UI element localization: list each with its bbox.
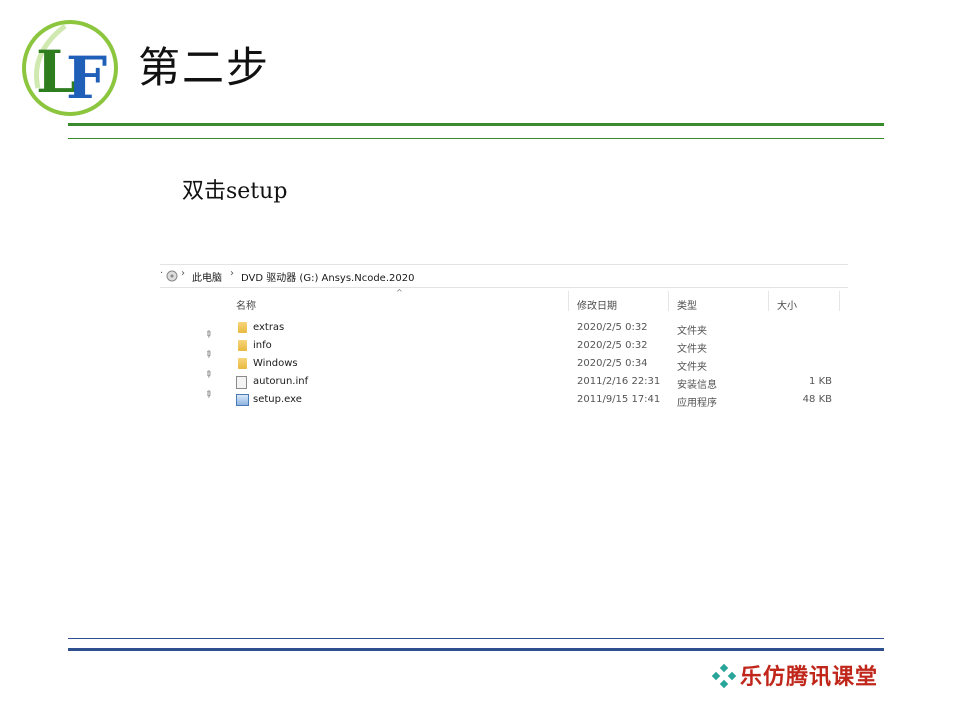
folder-icon <box>238 322 247 333</box>
sort-ascending-icon: ^ <box>396 288 403 297</box>
file-type: 应用程序 <box>677 398 717 409</box>
column-header-size[interactable]: 大小 <box>777 297 797 312</box>
file-date: 2011/9/15 17:41 <box>577 394 661 405</box>
lf-logo: L F <box>22 20 118 116</box>
chevron-right-icon: › <box>181 268 185 279</box>
address-bar[interactable]: · › 此电脑 › DVD 驱动器 (G:) Ansys.Ncode.2020 <box>160 264 848 288</box>
file-row-autorun[interactable]: autorun.inf 2011/2/16 22:31 安装信息 1 KB <box>236 374 836 392</box>
pin-icon[interactable]: ✎ <box>202 369 214 381</box>
svg-text:F: F <box>66 44 107 112</box>
pin-icon[interactable]: ✎ <box>202 349 214 361</box>
file-row-info[interactable]: info 2020/2/5 0:32 文件夹 <box>236 338 836 356</box>
file-name: autorun.inf <box>253 376 309 387</box>
file-explorer-window: · › 此电脑 › DVD 驱动器 (G:) Ansys.Ncode.2020 … <box>160 264 850 424</box>
file-date: 2011/2/16 22:31 <box>577 376 661 387</box>
file-type: 安装信息 <box>677 380 717 391</box>
header-divider-thin <box>68 138 884 139</box>
drive-icon <box>166 270 178 282</box>
column-separator[interactable] <box>668 291 669 311</box>
column-header-type[interactable]: 类型 <box>677 297 697 312</box>
file-name: info <box>253 340 272 351</box>
file-row-windows[interactable]: Windows 2020/2/5 0:34 文件夹 <box>236 356 836 374</box>
file-date: 2020/2/5 0:32 <box>577 322 648 333</box>
column-separator[interactable] <box>768 291 769 311</box>
file-type: 文件夹 <box>677 326 707 337</box>
slide-title: 第二步 <box>138 43 271 92</box>
brand-text: 乐仿腾讯课堂 <box>740 664 879 690</box>
file-type: 文件夹 <box>677 344 707 355</box>
breadcrumb-dvd-drive[interactable]: DVD 驱动器 (G:) Ansys.Ncode.2020 <box>241 269 414 284</box>
exe-file-icon <box>236 394 249 406</box>
column-header-date[interactable]: 修改日期 <box>577 297 617 312</box>
inf-file-icon <box>236 376 247 389</box>
pin-icon[interactable]: ✎ <box>202 329 214 341</box>
pin-icon[interactable]: ✎ <box>202 389 214 401</box>
diamond-cluster-icon <box>712 664 736 688</box>
column-header-name[interactable]: 名称 <box>236 297 256 312</box>
column-separator[interactable] <box>839 291 840 311</box>
chevron-right-icon: › <box>230 268 234 279</box>
file-name: extras <box>253 322 285 333</box>
footer-divider-thick <box>68 648 884 651</box>
file-date: 2020/2/5 0:32 <box>577 340 648 351</box>
column-separator[interactable] <box>568 291 569 311</box>
file-name: Windows <box>253 358 298 369</box>
header-divider-thick <box>68 123 884 126</box>
instruction-text: 双击setup <box>182 179 288 204</box>
file-row-extras[interactable]: extras 2020/2/5 0:32 文件夹 <box>236 320 836 338</box>
file-size: 1 KB <box>809 376 832 387</box>
file-row-setup[interactable]: setup.exe 2011/9/15 17:41 应用程序 48 KB <box>236 392 836 410</box>
file-name: setup.exe <box>253 394 302 405</box>
breadcrumb-this-pc[interactable]: 此电脑 <box>192 269 222 284</box>
footer-divider-thin <box>68 638 884 639</box>
chevron-right-icon: · <box>160 268 164 279</box>
file-date: 2020/2/5 0:34 <box>577 358 648 369</box>
folder-icon <box>238 340 247 351</box>
file-size: 48 KB <box>802 394 832 405</box>
file-type: 文件夹 <box>677 362 707 373</box>
folder-icon <box>238 358 247 369</box>
